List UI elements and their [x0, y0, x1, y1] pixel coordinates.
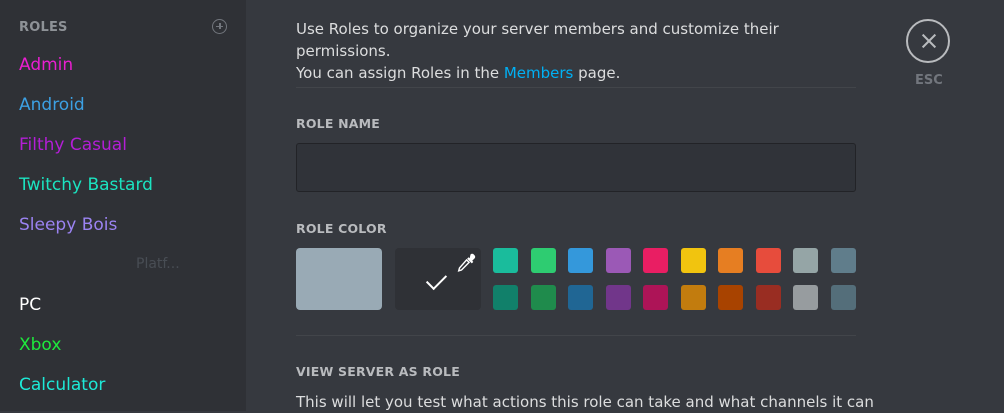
roles-header: ROLES: [19, 20, 68, 35]
close-button[interactable]: [906, 19, 950, 63]
view-as-role-description: This will let you test what actions this…: [296, 393, 874, 411]
esc-label: ESC: [915, 73, 943, 88]
intro-line-2-start: You can assign Roles in the: [296, 64, 504, 82]
color-swatch[interactable]: [830, 285, 856, 310]
role-item-xbox[interactable]: Xbox: [19, 333, 61, 357]
role-color-label: ROLE COLOR: [296, 221, 387, 236]
role-item-pc[interactable]: PC: [19, 293, 41, 317]
role-name-input[interactable]: [296, 143, 856, 192]
role-item-android[interactable]: Android: [19, 93, 85, 117]
dragging-role-ghost: Platf...: [136, 256, 180, 272]
color-swatch[interactable]: [680, 248, 706, 273]
role-item-calculator[interactable]: Calculator: [19, 373, 105, 397]
color-swatch[interactable]: [530, 285, 556, 310]
intro-line-1: Use Roles to organize your server member…: [296, 20, 779, 60]
color-swatch[interactable]: [643, 285, 668, 310]
color-swatch[interactable]: [568, 248, 593, 273]
color-swatch[interactable]: [643, 248, 668, 273]
divider: [296, 335, 856, 336]
color-swatch[interactable]: [830, 248, 856, 273]
role-item-admin[interactable]: Admin: [19, 53, 73, 77]
color-swatch[interactable]: [493, 285, 518, 310]
color-swatch[interactable]: [718, 248, 743, 273]
intro-line-2: You can assign Roles in the Members page…: [296, 62, 866, 84]
color-swatch[interactable]: [755, 248, 781, 273]
color-swatch[interactable]: [680, 285, 706, 310]
role-item-filthy-casual[interactable]: Filthy Casual: [19, 133, 127, 157]
custom-color-swatch[interactable]: [395, 248, 481, 310]
add-role-icon[interactable]: [212, 19, 227, 34]
color-swatch[interactable]: [568, 285, 593, 310]
color-swatch-grid: [493, 248, 857, 311]
role-item-twitchy-bastard[interactable]: Twitchy Bastard: [19, 173, 153, 197]
role-name-label: ROLE NAME: [296, 116, 381, 131]
checkmark-icon: [425, 268, 448, 291]
view-server-as-role-label: VIEW SERVER AS ROLE: [296, 364, 460, 379]
color-swatch[interactable]: [605, 248, 631, 273]
members-link[interactable]: Members: [504, 64, 574, 82]
default-color-swatch[interactable]: [296, 248, 382, 310]
eyedropper-icon: [457, 253, 476, 272]
color-swatch[interactable]: [755, 285, 781, 310]
color-swatch[interactable]: [605, 285, 631, 310]
roles-intro-text: Use Roles to organize your server member…: [296, 18, 866, 84]
roles-sidebar: ROLES Admin Android Filthy Casual Twitch…: [0, 0, 246, 411]
role-item-sleepy-bois[interactable]: Sleepy Bois: [19, 213, 117, 237]
color-swatch[interactable]: [793, 248, 818, 273]
divider: [296, 87, 856, 88]
color-swatch[interactable]: [530, 248, 556, 273]
color-swatch[interactable]: [718, 285, 743, 310]
color-swatch[interactable]: [793, 285, 818, 310]
intro-line-2-end: page.: [573, 64, 621, 82]
color-swatch[interactable]: [493, 248, 518, 273]
